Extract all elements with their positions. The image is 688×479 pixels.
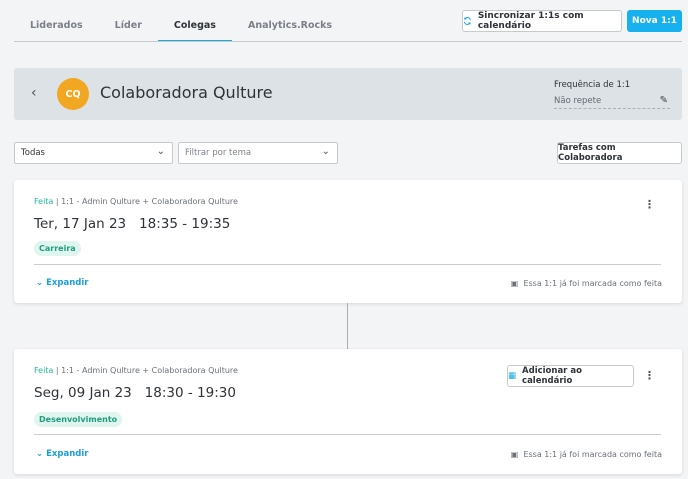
meeting-end: 19:35 (191, 216, 231, 232)
avatar: CQ (57, 78, 89, 110)
checklist-icon: ▣ (510, 450, 519, 459)
expand-button[interactable]: ⌄ Expandir (36, 278, 88, 288)
meeting-tag: Desenvolvimento (34, 412, 123, 427)
theme-filter-placeholder: Filtrar por tema (185, 148, 252, 158)
expand-label: Expandir (46, 278, 89, 288)
meeting-end: 19:30 (197, 385, 236, 401)
expand-label: Expandir (46, 449, 89, 459)
frequency-value: Não repete (554, 96, 602, 106)
chevron-down-icon: ⌄ (36, 449, 44, 459)
tab-colegas[interactable]: Colegas (157, 9, 232, 42)
sync-calendar-button[interactable]: Sincronizar 1:1s com calendário (462, 10, 622, 32)
top-bar: Liderados Líder Colegas Analytics.Rocks … (0, 0, 688, 42)
more-options-icon[interactable]: ⋮ (644, 369, 655, 382)
meeting-status-line: Feita | 1:1 - Admin Qulture + Colaborado… (34, 366, 238, 375)
back-chevron-icon[interactable]: ‹ (31, 85, 37, 101)
add-to-calendar-label: Adicionar ao calendário (522, 366, 582, 386)
meeting-datetime: Ter, 17 Jan 23 18:35 - 19:35 (34, 216, 231, 232)
meeting-participants: 1:1 - Admin Qulture + Colaboradora Qultu… (61, 197, 238, 206)
chevron-down-icon: ⌄ (321, 146, 330, 157)
chevron-down-icon: ⌄ (36, 278, 44, 288)
new-one-on-one-button[interactable]: Nova 1:1 (627, 10, 682, 32)
tab-bar: Liderados Líder Colegas Analytics.Rocks (14, 9, 348, 42)
meeting-start: 18:35 (139, 216, 178, 232)
meeting-divider (34, 264, 661, 265)
tabs-divider (14, 41, 682, 42)
meeting-card: Feita | 1:1 - Admin Qulture + Colaborado… (14, 180, 682, 303)
frequency-field[interactable]: Não repete ✎ (554, 93, 670, 109)
meeting-start: 18:30 (144, 385, 184, 401)
theme-filter-select[interactable]: Filtrar por tema ⌄ (178, 142, 338, 164)
meeting-status-line: Feita | 1:1 - Admin Qulture + Colaborado… (34, 197, 238, 206)
meeting-tag: Carreira (34, 241, 81, 256)
sync-calendar-label: Sincronizar 1:1s com calendário (477, 11, 584, 31)
meeting-status: Feita (34, 197, 54, 206)
done-note: ▣ Essa 1:1 já foi marcada como feita (511, 279, 662, 288)
add-to-calendar-button[interactable]: ▦ Adicionar ao calendário (507, 365, 634, 387)
meeting-card: Feita | 1:1 - Admin Qulture + Colaborado… (14, 349, 682, 474)
checklist-icon: ▣ (510, 279, 519, 288)
pencil-icon[interactable]: ✎ (660, 95, 668, 106)
done-note-text: Essa 1:1 já foi marcada como feita (523, 279, 662, 288)
status-filter-value: Todas (21, 148, 45, 158)
meeting-divider (34, 434, 661, 435)
meeting-participants: 1:1 - Admin Qulture + Colaboradora Qultu… (61, 366, 238, 375)
timeline-connector (347, 303, 348, 349)
more-options-icon[interactable]: ⋮ (644, 198, 655, 211)
status-filter-select[interactable]: Todas ⌄ (14, 142, 173, 164)
tab-analytics-rocks[interactable]: Analytics.Rocks (232, 9, 348, 42)
expand-button[interactable]: ⌄ Expandir (36, 449, 88, 459)
chevron-down-icon: ⌄ (156, 146, 165, 157)
done-note-text: Essa 1:1 já foi marcada como feita (523, 450, 662, 459)
meeting-datetime: Seg, 09 Jan 23 18:30 - 19:30 (34, 385, 236, 401)
tab-lider[interactable]: Líder (99, 9, 158, 42)
person-name: Colaboradora Qulture (100, 83, 273, 102)
calendar-icon: ▦ (508, 371, 517, 381)
sync-icon (463, 17, 471, 25)
person-header: ‹ CQ Colaboradora Qulture Frequência de … (14, 68, 682, 120)
meeting-date: Ter, 17 Jan 23 (34, 216, 127, 232)
tab-liderados[interactable]: Liderados (14, 9, 99, 42)
meeting-date: Seg, 09 Jan 23 (34, 385, 132, 401)
done-note: ▣ Essa 1:1 já foi marcada como feita (511, 450, 662, 459)
tasks-button[interactable]: Tarefas com Colaboradora (557, 142, 682, 164)
meeting-status: Feita (34, 366, 54, 375)
frequency-label: Frequência de 1:1 (554, 80, 631, 90)
